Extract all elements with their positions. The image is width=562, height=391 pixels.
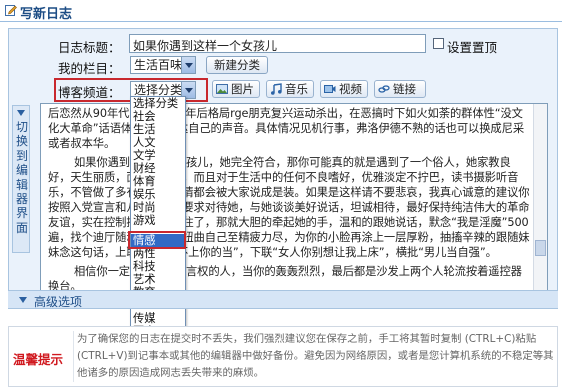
dropdown-option[interactable]: 选择分类 (131, 97, 185, 110)
editor-paragraph: 后恋然从90年代学生运动的年后格局rge朋克复兴运动杀出，在恶搞时下如火如荼的群… (48, 107, 525, 150)
link-icon (378, 85, 390, 93)
insert-link-button[interactable]: 链接 (374, 80, 426, 98)
title-input[interactable]: 如果你遇到这样一个女孩儿 (129, 34, 426, 53)
dropdown-option[interactable]: 艺术 (131, 273, 185, 286)
dropdown-option[interactable]: 体育 (131, 175, 185, 188)
chevron-down-icon (17, 110, 25, 116)
insert-video-button[interactable]: 视频 (320, 80, 368, 98)
dropdown-option[interactable]: 游戏 (131, 214, 185, 227)
insert-music-button[interactable]: 音乐 (266, 80, 314, 98)
dropdown-option[interactable]: 生活 (131, 123, 185, 136)
selected-option-highlight (128, 231, 186, 249)
channel-select-value: 选择分类 (134, 83, 183, 97)
editor-content[interactable]: 后恋然从90年代学生运动的年后格局rge朋克复兴运动杀出，在恶搞时下如火如荼的群… (48, 106, 532, 293)
dropdown-option[interactable]: 财经 (131, 162, 185, 175)
editor-paragraph: 如果你遇到这样一个女孩儿，她完全符合，那你可能真的就是遇到了一个俗人，她家教良好… (48, 156, 530, 259)
tip-text: 为了确保您的日志在提交时不丢失，我们强烈建议您在保存之前，手工将其暂时复制 (C… (73, 331, 555, 382)
tip-label: 温馨提示 (13, 352, 64, 367)
column-select-value: 生活百味 (134, 58, 183, 72)
chevron-down-icon (19, 297, 27, 303)
dropdown-option[interactable]: 传媒 (131, 312, 185, 325)
column-select[interactable]: 生活百味 (130, 56, 196, 74)
image-icon (216, 84, 228, 94)
dropdown-option[interactable]: 娱乐 (131, 188, 185, 201)
pin-label: 设置置顶 (447, 40, 498, 55)
page-title: 写新日志 (20, 7, 73, 22)
dropdown-option[interactable]: 人文 (131, 136, 185, 149)
video-icon (324, 85, 336, 93)
switch-editor-label: 切换到编辑器界面 (15, 120, 28, 235)
tip-box: 温馨提示 为了确保您的日志在提交时不丢失，我们强烈建议您在保存之前，手工将其暂时… (8, 326, 558, 387)
pin-checkbox[interactable] (433, 38, 444, 49)
switch-editor-tab[interactable]: 切换到编辑器界面 (12, 105, 30, 253)
advanced-options-label: 高级选项 (34, 295, 83, 309)
column-label: 我的栏目： (58, 61, 121, 76)
dropdown-option[interactable]: 社会 (131, 110, 185, 123)
dropdown-option[interactable]: 科技 (131, 260, 185, 273)
channel-label: 博客频道： (58, 85, 121, 100)
page-header: 写新日志 (0, 0, 562, 22)
editor-paragraph: 相信你一定是个很有发言权的人，当你的轰轰烈烈，最后都是沙发上两个人轮流按着遥控器… (48, 265, 522, 293)
music-note-icon (271, 83, 282, 95)
dropdown-option[interactable]: 文学 (131, 149, 185, 162)
chevron-down-icon[interactable] (181, 57, 195, 73)
advanced-options-toggle[interactable]: 高级选项 (8, 290, 558, 309)
dropdown-option[interactable]: 时尚 (131, 201, 185, 214)
scrollbar-thumb[interactable] (535, 240, 546, 256)
insert-image-button[interactable]: 图片 (212, 80, 260, 98)
editor-scrollbar[interactable] (533, 104, 547, 292)
new-category-button[interactable]: 新建分类 (206, 56, 268, 74)
pencil-icon (5, 5, 17, 16)
rich-text-editor[interactable]: 后恋然从90年代学生运动的年后格局rge朋克复兴运动杀出，在恶搞时下如火如荼的群… (40, 103, 548, 293)
title-label: 日志标题： (58, 40, 121, 55)
